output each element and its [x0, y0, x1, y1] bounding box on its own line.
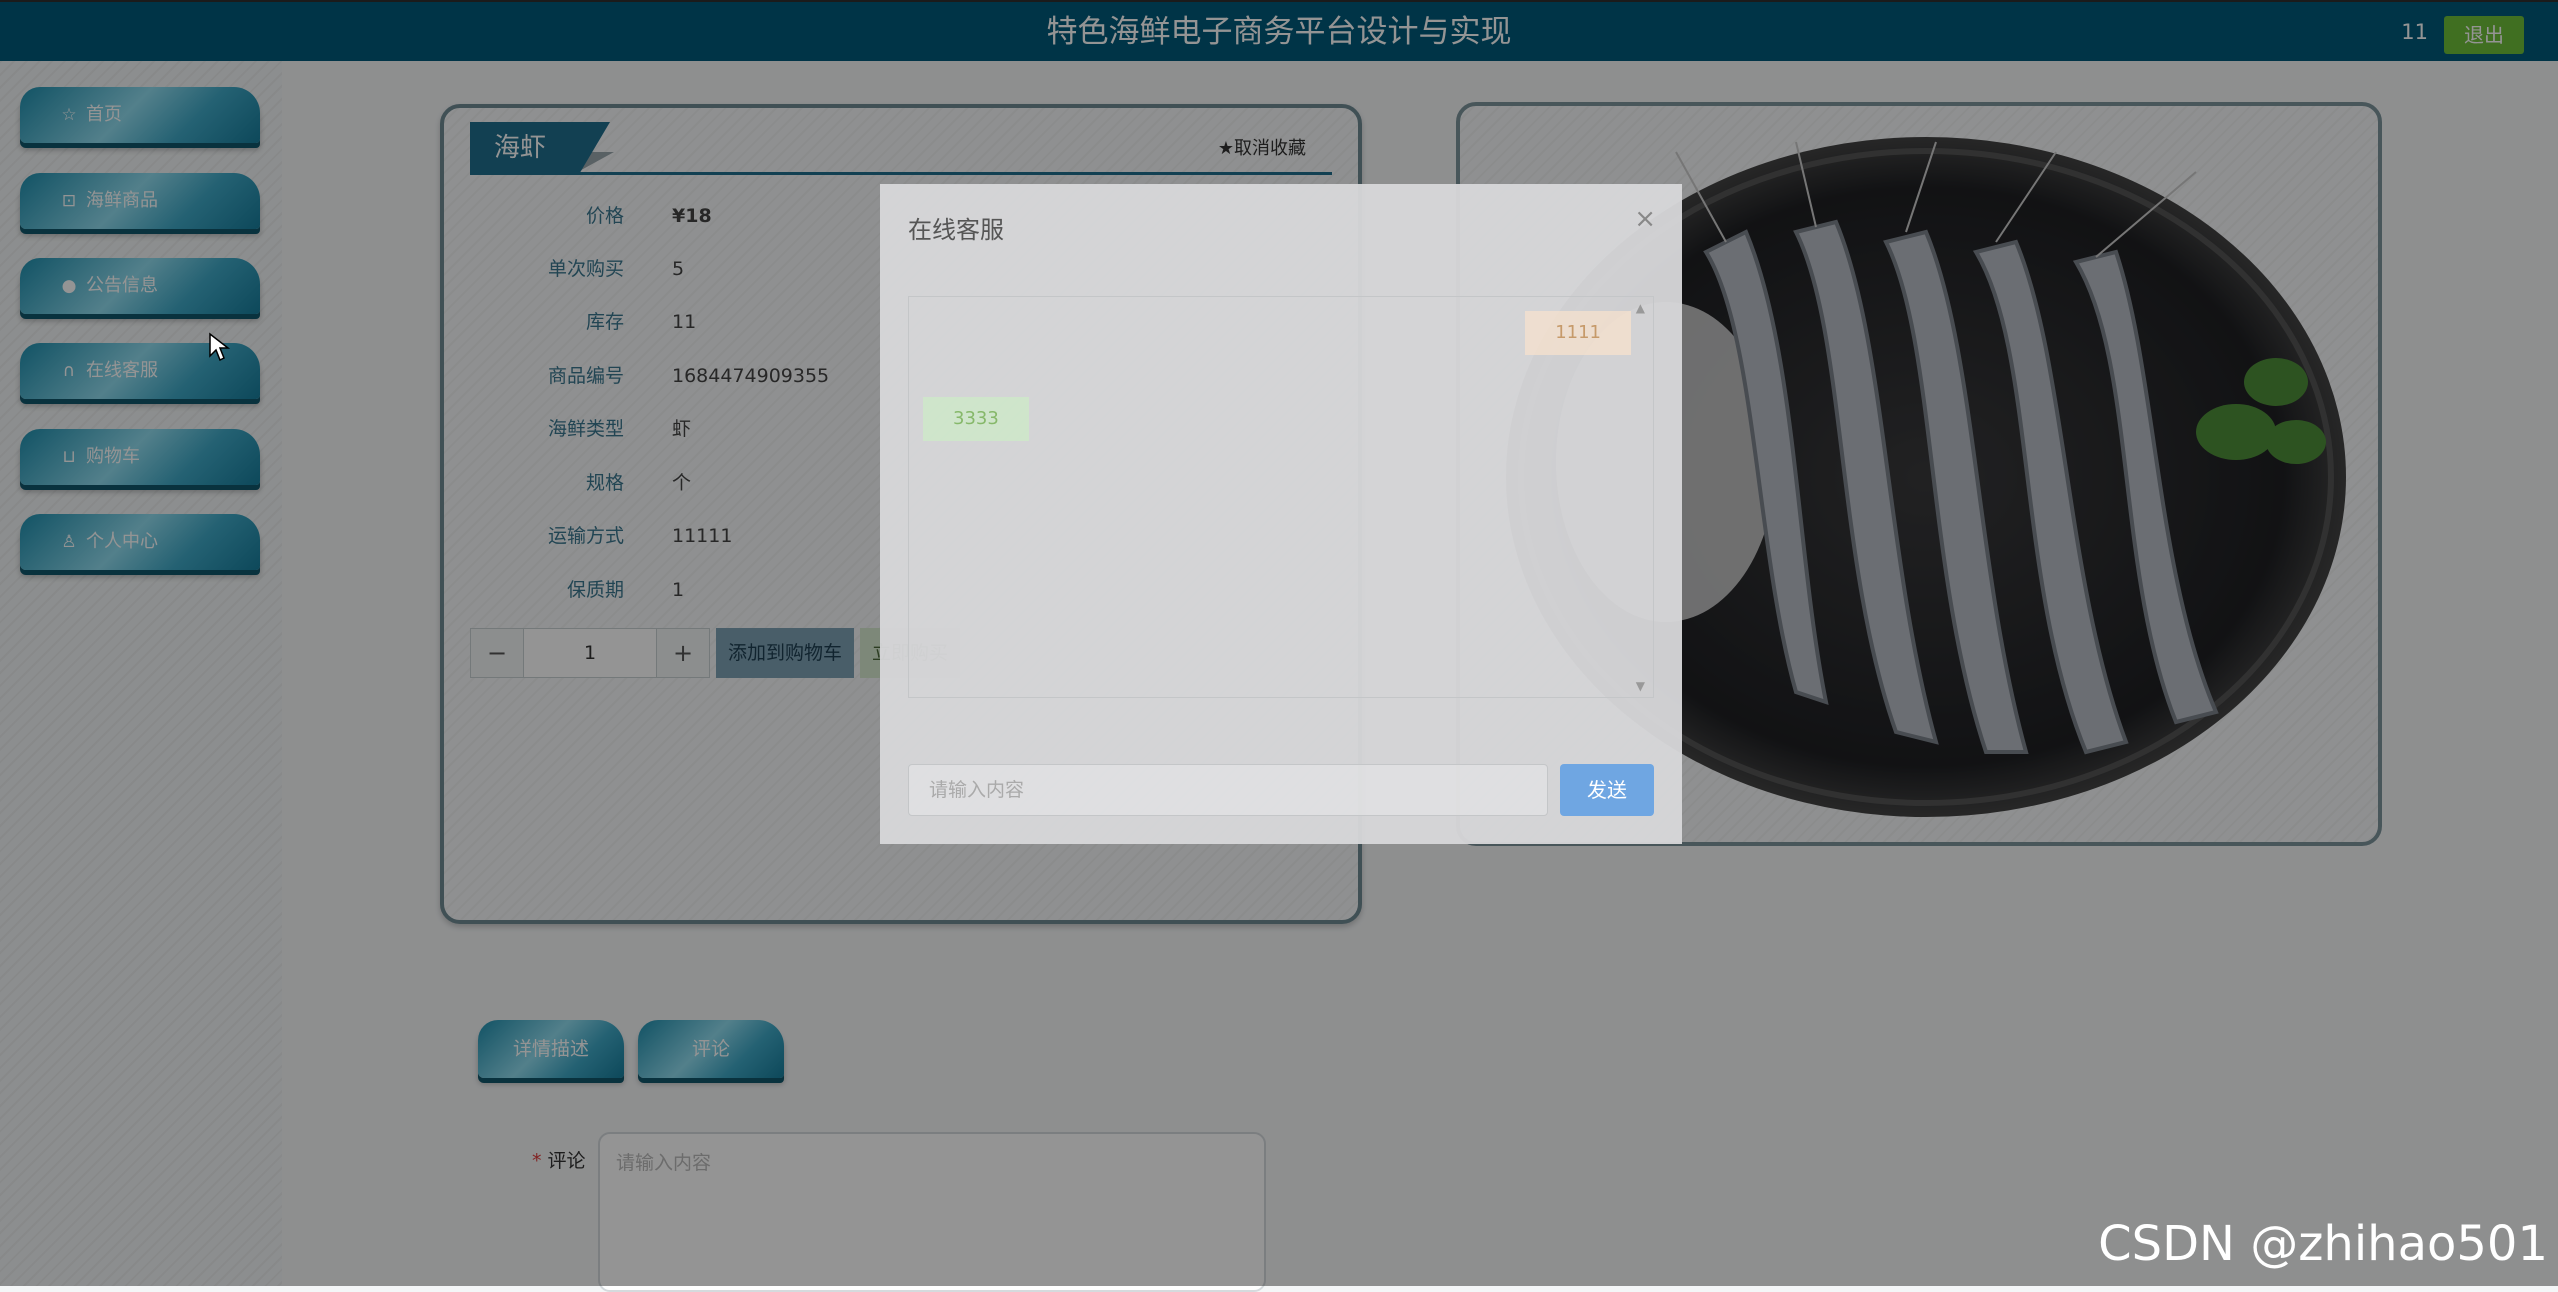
close-icon[interactable]: ×: [1634, 204, 1656, 234]
send-button[interactable]: 发送: [1560, 764, 1654, 816]
scroll-up-icon[interactable]: ▲: [1636, 301, 1645, 315]
mouse-cursor-icon: [209, 332, 230, 362]
chat-message-list[interactable]: ▲ 1111 3333 ▼: [908, 296, 1654, 698]
dialog-title: 在线客服: [908, 216, 1004, 244]
chat-dialog: 在线客服 × ▲ 1111 3333 ▼ 请输入内容 发送: [880, 184, 1682, 844]
chat-message-service: 3333: [923, 397, 1029, 441]
chat-input[interactable]: 请输入内容: [908, 764, 1548, 816]
watermark: CSDN @zhihao501: [2098, 1216, 2548, 1272]
chat-message-mine: 1111: [1525, 311, 1631, 355]
scroll-down-icon[interactable]: ▼: [1636, 679, 1645, 693]
